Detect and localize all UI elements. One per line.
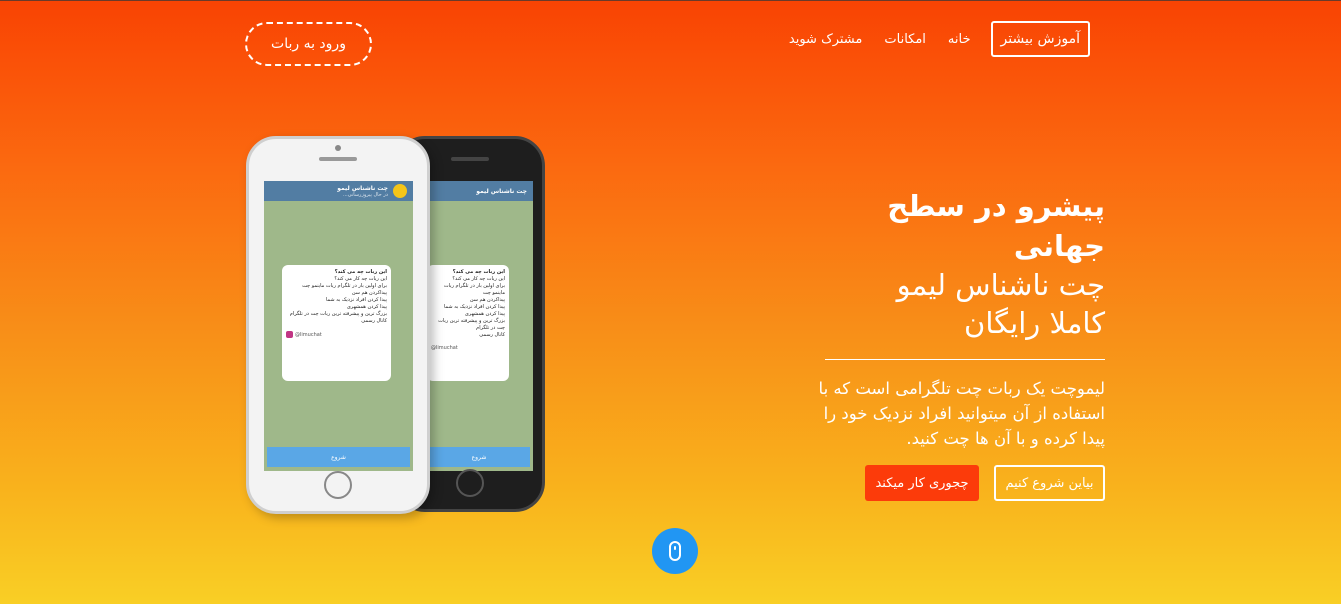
main-navbar: آموزش بیشتر خانه امکانات مشترک شوید ورود… [0, 0, 1341, 80]
hero-title: پیشرو در سطح جهانی [887, 189, 1105, 263]
bubble-item: پیدا کردن همشهری [464, 311, 505, 317]
learn-more-button[interactable]: آموزش بیشتر [990, 21, 1090, 57]
bubble-item: بزرگ ترین و پیشرفته ترین ربات چت در تلگر… [289, 311, 387, 317]
get-started-button[interactable]: بیاین شروع کنیم [994, 465, 1105, 501]
bubble-item: پیدا کردن همشهری [346, 304, 387, 310]
hero-subtitle-line1: چت ناشناس لیمو [896, 268, 1105, 302]
chat-status: در حال پیروزرسانی... [342, 191, 388, 198]
telegram-header: چت ناشناس لیمو [425, 181, 533, 201]
telegram-start-button: شروع [267, 447, 410, 467]
phone-mockup-white: چت ناشناس لیمو در حال پیروزرسانی... این … [246, 136, 430, 514]
nav-features[interactable]: امکانات [884, 32, 926, 47]
hero-description: لیموچت یک ربات چت تلگرامی است که با استف… [818, 379, 1105, 448]
bubble-item: پیداکردن هم سن [469, 297, 505, 303]
mouse-icon [669, 541, 681, 561]
how-it-works-button[interactable]: چجوری کار میکند [865, 465, 979, 501]
bubble-intro: برای اولین بار در تلگرام ربات ماینمو چت [443, 283, 505, 296]
telegram-start-button: شروع [428, 447, 530, 467]
cta-row: بیاین شروع کنیم چجوری کار میکند [805, 465, 1105, 501]
bubble-channel: کانال رسمی [361, 318, 387, 324]
phone-speaker [319, 157, 357, 161]
instagram-icon [286, 331, 293, 338]
hero-section: پیشرو در سطح جهانی چت ناشناس لیمو کاملا … [805, 186, 1105, 501]
bubble-heading: این ربات چه می کند؟ [334, 269, 387, 275]
telegram-header: چت ناشناس لیمو در حال پیروزرسانی... [264, 181, 413, 201]
phone-home-button [324, 471, 352, 499]
bubble-channel: کانال رسمی [479, 332, 505, 338]
bubble-question: این ربات چه کار می کند؟ [452, 276, 505, 282]
bubble-item: پیدا کردن افراد نزدیک به شما [444, 304, 505, 310]
bubble-heading: این ربات چه می کند؟ [452, 269, 505, 275]
scroll-down-button[interactable] [652, 528, 698, 574]
bubble-item: پیدا کردن افراد نزدیک به شما [326, 297, 387, 303]
chat-title: چت ناشناس لیمو [476, 187, 527, 195]
nav-subscribe[interactable]: مشترک شوید [789, 32, 862, 47]
phone-screen: چت ناشناس لیمو در حال پیروزرسانی... این … [264, 181, 413, 471]
hero-subtitle-line2: کاملا رایگان [964, 306, 1105, 340]
bubble-item: بزرگ ترین و پیشرفته ترین ربات چت در تلگر… [438, 318, 505, 331]
login-bot-button[interactable]: ورود به ربات [245, 22, 372, 66]
bubble-question: این ربات چه کار می کند؟ [334, 276, 387, 282]
bubble-handle: @limuchat [295, 332, 322, 338]
bubble-handle: @limuchat [431, 345, 458, 351]
phone-screen: چت ناشناس لیمو این ربات چه می کند؟ این ر… [425, 181, 533, 471]
chat-bubble: این ربات چه می کند؟ این ربات چه کار می ک… [282, 265, 391, 381]
nav-home[interactable]: خانه [948, 32, 971, 47]
chat-bubble: این ربات چه می کند؟ این ربات چه کار می ک… [427, 265, 509, 381]
bot-avatar [393, 184, 407, 198]
phone-speaker [451, 157, 489, 161]
phone-camera [335, 145, 341, 151]
bubble-intro: برای اولین بار در تلگرام ربات ماینمو چت [302, 283, 387, 289]
nav-links: آموزش بیشتر خانه امکانات مشترک شوید [767, 21, 1090, 57]
bubble-item: پیداکردن هم سن [351, 290, 387, 296]
phone-home-button [456, 469, 484, 497]
chat-title: چت ناشناس لیمو [337, 184, 388, 192]
hero-divider [825, 359, 1105, 360]
bubble-handle-row: @limuchat [286, 331, 387, 339]
